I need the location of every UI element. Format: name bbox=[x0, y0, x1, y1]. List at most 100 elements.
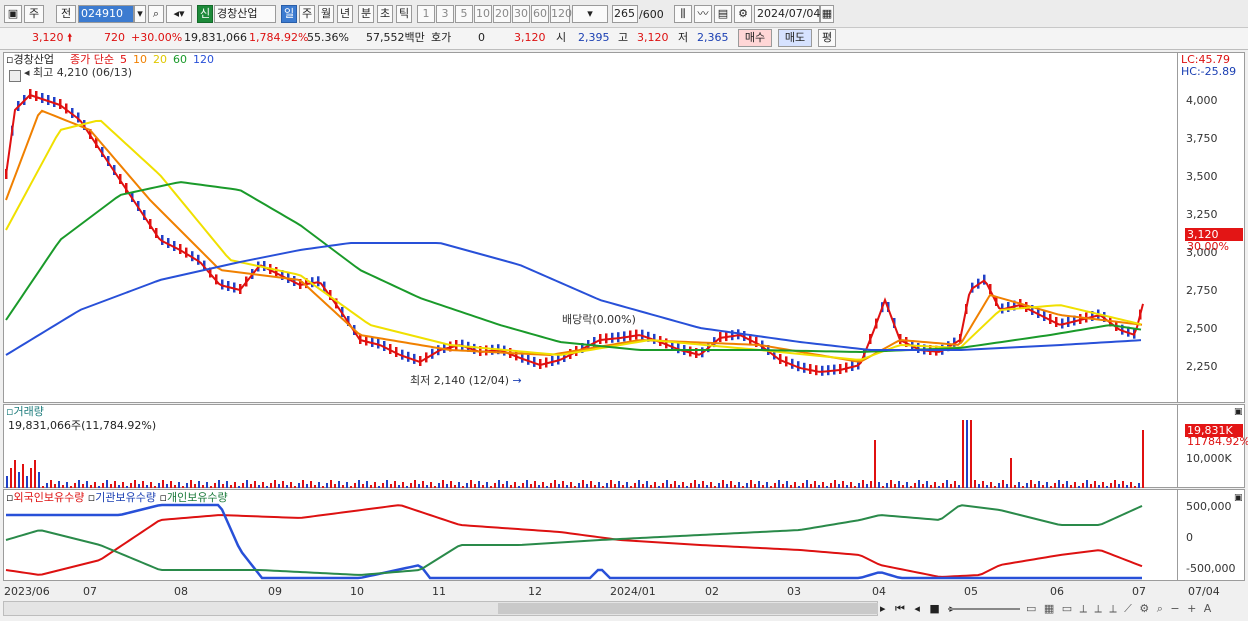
volume-bar bbox=[554, 480, 556, 488]
volume-bar bbox=[354, 483, 356, 488]
volume-bar bbox=[394, 481, 396, 488]
volume-bar bbox=[210, 486, 212, 488]
volume-bar bbox=[270, 483, 272, 488]
zoom-slider[interactable] bbox=[948, 608, 1020, 610]
volume-bar bbox=[1082, 483, 1084, 488]
volume-bar bbox=[198, 481, 200, 488]
volume-bar bbox=[738, 482, 740, 488]
volume-bar bbox=[894, 484, 896, 488]
volume-bar bbox=[38, 472, 40, 488]
volume-bar bbox=[1122, 481, 1124, 488]
volume-bar bbox=[382, 483, 384, 488]
x-axis-label: 03 bbox=[787, 585, 801, 598]
maximize-icon[interactable]: ▣ bbox=[1234, 405, 1243, 419]
volume-bar bbox=[1078, 486, 1080, 488]
x-axis-current: 07/04 bbox=[1188, 585, 1220, 598]
volume-bar bbox=[1138, 483, 1140, 488]
volume-bar bbox=[598, 482, 600, 488]
volume-bar bbox=[298, 483, 300, 488]
low-arrow-icon: → bbox=[512, 374, 522, 387]
indiv-line bbox=[5, 504, 1143, 576]
volume-bar bbox=[706, 485, 708, 488]
ma5-line bbox=[5, 93, 1144, 373]
volume-bar bbox=[594, 485, 596, 488]
maximize-icon[interactable]: ▣ bbox=[1234, 491, 1243, 505]
volume-bar bbox=[202, 485, 204, 488]
chart-tools[interactable]: ▭ ▦ ▭ ⟂ ⟂ ⟂ ⟋ ⚙ ⌕ − + A bbox=[1026, 602, 1213, 616]
holdings-legend: ▫외국인보유수량 ▫기관보유수량 ▫개인보유수량 bbox=[6, 491, 228, 504]
volume-bar bbox=[794, 482, 796, 488]
playback-controls[interactable]: ▸ ⏮ ◂ ■ ▸ bbox=[880, 602, 958, 616]
indiv-label: 개인보유수량 bbox=[166, 491, 228, 504]
volume-bar bbox=[566, 485, 568, 488]
volume-bar bbox=[974, 480, 976, 488]
inst-label: 기관보유수량 bbox=[95, 491, 156, 504]
volume-bar bbox=[818, 485, 820, 488]
volume-bar bbox=[762, 485, 764, 488]
volume-bar bbox=[934, 482, 936, 488]
volume-bar bbox=[558, 484, 560, 488]
volume-bar bbox=[642, 484, 644, 488]
volume-bar bbox=[286, 485, 288, 488]
volume-bar bbox=[434, 486, 436, 488]
volume-bar bbox=[542, 482, 544, 488]
volume-bar bbox=[326, 483, 328, 488]
volume-title-text: 거래량 bbox=[13, 405, 44, 418]
volume-bar bbox=[94, 482, 96, 488]
foreign-label: 외국인보유수량 bbox=[13, 491, 85, 504]
volume-bar bbox=[274, 480, 276, 488]
price-legend-name: ▫경창산업 bbox=[6, 53, 54, 66]
volume-bar bbox=[106, 480, 108, 488]
volume-bar bbox=[1002, 480, 1004, 488]
volume-bar bbox=[1114, 480, 1116, 488]
volume-bar bbox=[790, 485, 792, 488]
volume-bar bbox=[618, 481, 620, 488]
volume-bar bbox=[1010, 458, 1012, 488]
volume-bar bbox=[1038, 481, 1040, 488]
volume-bar bbox=[798, 486, 800, 488]
volume-bar bbox=[442, 480, 444, 488]
volume-bar bbox=[1074, 482, 1076, 488]
volume-bar bbox=[246, 480, 248, 488]
volume-bar bbox=[238, 486, 240, 488]
volume-bar bbox=[506, 481, 508, 488]
volume-bar bbox=[462, 486, 464, 488]
volume-bar bbox=[730, 481, 732, 488]
volume-bar bbox=[826, 486, 828, 488]
volume-bar bbox=[218, 480, 220, 488]
volume-bar bbox=[778, 480, 780, 488]
volume-bar bbox=[742, 486, 744, 488]
volume-bar bbox=[514, 482, 516, 488]
volume-bar bbox=[530, 484, 532, 488]
volume-bar bbox=[1106, 486, 1108, 488]
ma120-label: 120 bbox=[192, 53, 214, 66]
volume-bar bbox=[486, 482, 488, 488]
volume-pct: 11784.92% bbox=[1187, 435, 1248, 448]
volume-bar bbox=[878, 482, 880, 488]
panel-settings-icon[interactable] bbox=[9, 70, 21, 82]
volume-bar bbox=[1090, 484, 1092, 488]
volume-bar bbox=[90, 485, 92, 488]
volume-bar bbox=[922, 484, 924, 488]
volume-bar bbox=[898, 481, 900, 488]
volume-bar bbox=[30, 468, 32, 488]
volume-bar bbox=[1054, 483, 1056, 488]
volume-bar bbox=[562, 481, 564, 488]
volume-bar bbox=[998, 483, 1000, 488]
volume-bar bbox=[1030, 480, 1032, 488]
volume-bar bbox=[882, 486, 884, 488]
volume-bar bbox=[966, 420, 968, 488]
volume-bar bbox=[658, 486, 660, 488]
price-tick: 3,500 bbox=[1186, 170, 1218, 183]
volume-bar bbox=[890, 480, 892, 488]
volume-bar bbox=[74, 483, 76, 488]
volume-bar bbox=[390, 484, 392, 488]
volume-bar bbox=[282, 481, 284, 488]
volume-bar bbox=[838, 484, 840, 488]
volume-bar bbox=[234, 482, 236, 488]
volume-bar bbox=[306, 484, 308, 488]
scrollbar-thumb[interactable] bbox=[498, 603, 878, 614]
volume-bar bbox=[474, 484, 476, 488]
volume-bar bbox=[978, 484, 980, 488]
volume-bar bbox=[662, 483, 664, 488]
